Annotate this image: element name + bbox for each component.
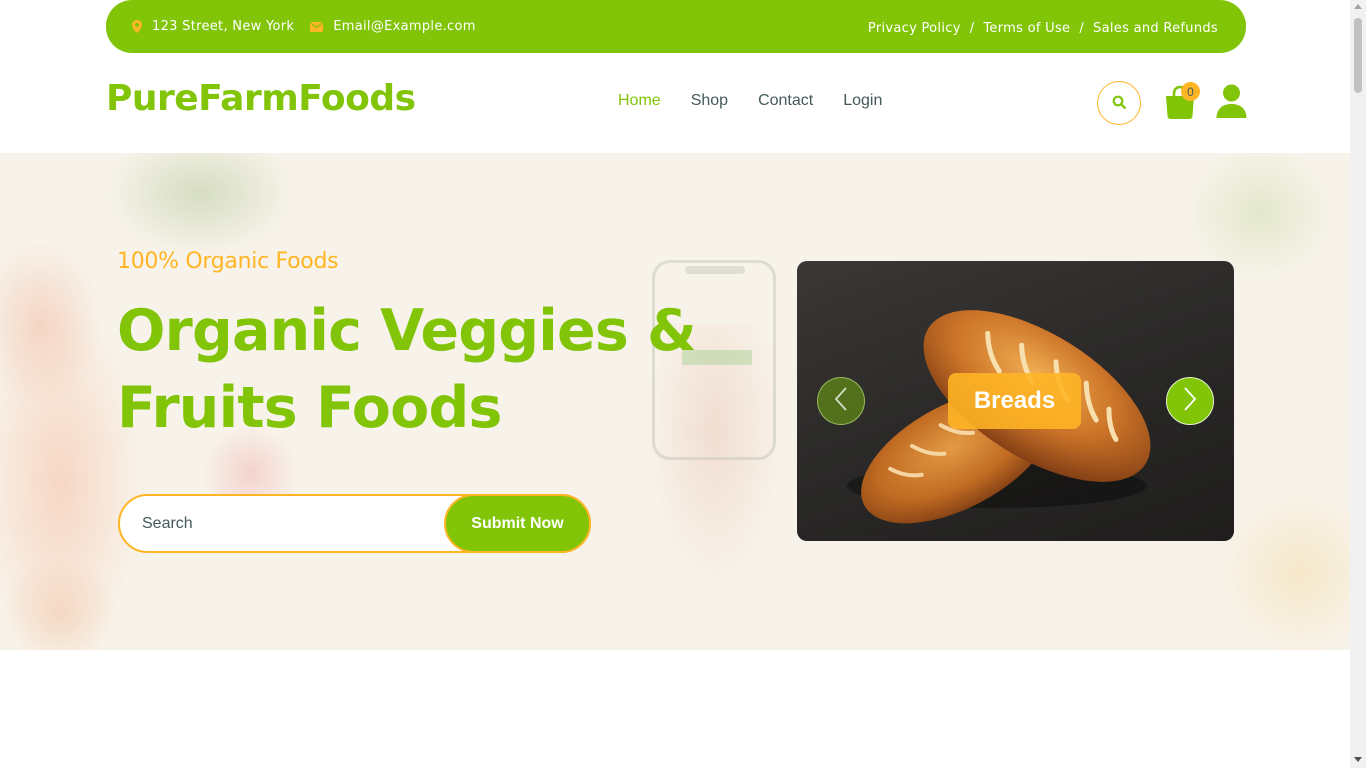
hero-search-form: Submit Now [118,494,591,553]
chevron-right-icon [1182,386,1198,416]
scroll-up-arrow[interactable] [1354,4,1362,9]
site-logo[interactable]: PureFarmFoods [106,78,416,119]
policy-links: Privacy Policy / Terms of Use / Sales an… [868,0,1218,56]
nav-item-home[interactable]: Home [618,92,661,110]
carousel-next-button[interactable] [1166,377,1214,425]
email-text[interactable]: Email@Example.com [333,19,475,34]
carousel-prev-button[interactable] [817,377,865,425]
page-scrollbar[interactable] [1350,0,1366,768]
nav-item-contact[interactable]: Contact [758,92,813,110]
cart-count-badge: 0 [1181,82,1200,101]
category-carousel: Breads [797,261,1234,541]
link-separator: / [1079,20,1085,36]
envelope-icon [310,21,324,32]
map-pin-icon [132,20,142,33]
chevron-left-icon [833,386,849,416]
scroll-down-arrow[interactable] [1354,757,1362,762]
privacy-policy-link[interactable]: Privacy Policy [868,21,961,36]
address-item: 123 Street, New York [132,19,294,34]
address-text: 123 Street, New York [152,19,295,34]
contact-info: 123 Street, New York Email@Example.com [132,0,476,53]
email-item[interactable]: Email@Example.com [310,19,475,34]
hero-search-input[interactable] [142,496,442,551]
link-separator: / [969,20,975,36]
hero-section: 100% Organic Foods Organic Veggies & Fru… [0,153,1350,650]
sales-refunds-link[interactable]: Sales and Refunds [1093,21,1218,36]
phone-notch [685,266,745,274]
main-nav: Home Shop Contact Login [618,92,882,110]
user-icon [1216,84,1247,122]
terms-of-use-link[interactable]: Terms of Use [983,21,1070,36]
search-icon [1112,94,1127,113]
hero-eyebrow: 100% Organic Foods [117,249,339,274]
nav-item-login[interactable]: Login [843,92,882,110]
search-button[interactable] [1097,81,1141,125]
scroll-thumb[interactable] [1354,18,1362,93]
hero-headline-line2: Fruits Foods [117,375,502,441]
carousel-slide-label[interactable]: Breads [948,373,1081,429]
hero-headline: Organic Veggies & Fruits Foods [117,293,757,447]
submit-now-button[interactable]: Submit Now [444,494,591,553]
shopping-bag-icon [1164,85,1196,124]
top-bar: 123 Street, New York Email@Example.com P… [106,0,1246,53]
nav-item-shop[interactable]: Shop [691,92,728,110]
hero-headline-line1: Organic Veggies & [117,298,697,364]
account-button[interactable] [1216,84,1247,118]
